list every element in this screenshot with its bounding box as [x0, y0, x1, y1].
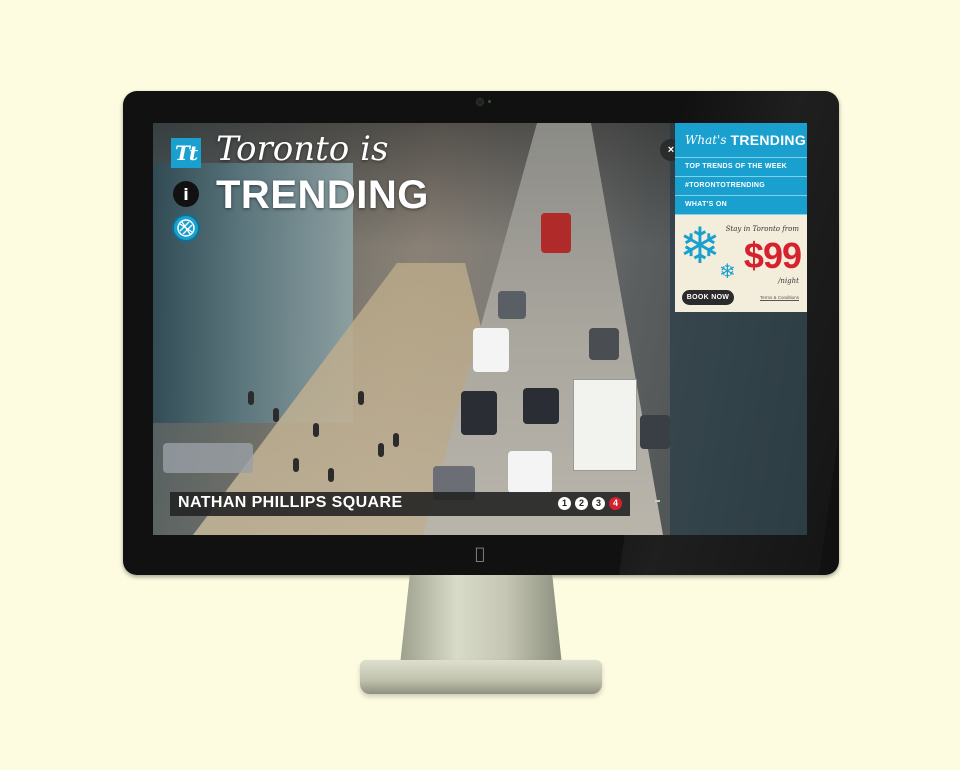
- car: [508, 451, 552, 493]
- monitor-stand: [400, 575, 562, 665]
- pedestrian: [273, 408, 279, 422]
- panel-item-hashtag[interactable]: #TORONTOTRENDING: [675, 177, 807, 196]
- car: [541, 213, 571, 253]
- pager-dot-3[interactable]: 3: [592, 497, 605, 510]
- website-screen: Tt Toronto is TRENDING i NATHAN PHILLIPS…: [153, 123, 807, 535]
- car: [163, 443, 253, 473]
- pedestrian: [378, 443, 384, 457]
- car: [640, 415, 670, 449]
- map-icon[interactable]: [172, 214, 200, 242]
- pedestrian: [328, 468, 334, 482]
- headline-line1: Toronto is: [216, 129, 389, 169]
- panel-item-top-trends[interactable]: TOP TRENDS OF THE WEEK: [675, 158, 807, 177]
- pedestrian: [313, 423, 319, 437]
- camera-led: [488, 100, 491, 103]
- camera-icon: [476, 98, 484, 106]
- car: [461, 391, 497, 435]
- pedestrian: [248, 391, 254, 405]
- car: [523, 388, 559, 424]
- info-icon[interactable]: i: [173, 181, 199, 207]
- location-bar: NATHAN PHILLIPS SQUARE 1 2 3 4: [170, 492, 630, 516]
- promo-subtitle: Stay in Toronto from: [725, 225, 799, 233]
- slide-pager: 1 2 3 4: [558, 497, 622, 510]
- panel-header-italic: What's: [685, 133, 727, 147]
- globe-grid-icon: [177, 219, 195, 237]
- snowflake-icon: ❄: [719, 259, 736, 283]
- panel-item-whats-on[interactable]: WHAT'S ON: [675, 196, 807, 215]
- car: [589, 328, 619, 360]
- pager-dot-2[interactable]: 2: [575, 497, 588, 510]
- site-logo[interactable]: Tt: [171, 138, 201, 168]
- headline-line2: TRENDING: [216, 173, 429, 217]
- truck: [573, 379, 637, 471]
- promo-unit: /night: [778, 277, 799, 285]
- location-name: NATHAN PHILLIPS SQUARE: [178, 494, 403, 511]
- panel-header-bold: TRENDING: [730, 132, 807, 148]
- pedestrian: [293, 458, 299, 472]
- pedestrian: [358, 391, 364, 405]
- pedestrian: [393, 433, 399, 447]
- pager-dot-4[interactable]: 4: [609, 497, 622, 510]
- promo-box: ❄ ❄ Stay in Toronto from $99 /night BOOK…: [675, 215, 807, 312]
- terms-link[interactable]: Terms & Conditions: [760, 295, 799, 300]
- book-now-button[interactable]: BOOK NOW: [682, 290, 734, 305]
- promo-price: $99: [743, 235, 802, 276]
- car: [498, 291, 526, 319]
- monitor-stand-base: [360, 660, 602, 694]
- snowflake-icon: ❄: [679, 217, 721, 275]
- apple-logo-icon: : [470, 544, 490, 564]
- car: [473, 328, 509, 372]
- pager-dot-1[interactable]: 1: [558, 497, 571, 510]
- trending-panel: What's TRENDING TOP TRENDS OF THE WEEK #…: [675, 123, 807, 312]
- scroll-hint: [655, 500, 660, 502]
- panel-header: What's TRENDING: [675, 123, 807, 158]
